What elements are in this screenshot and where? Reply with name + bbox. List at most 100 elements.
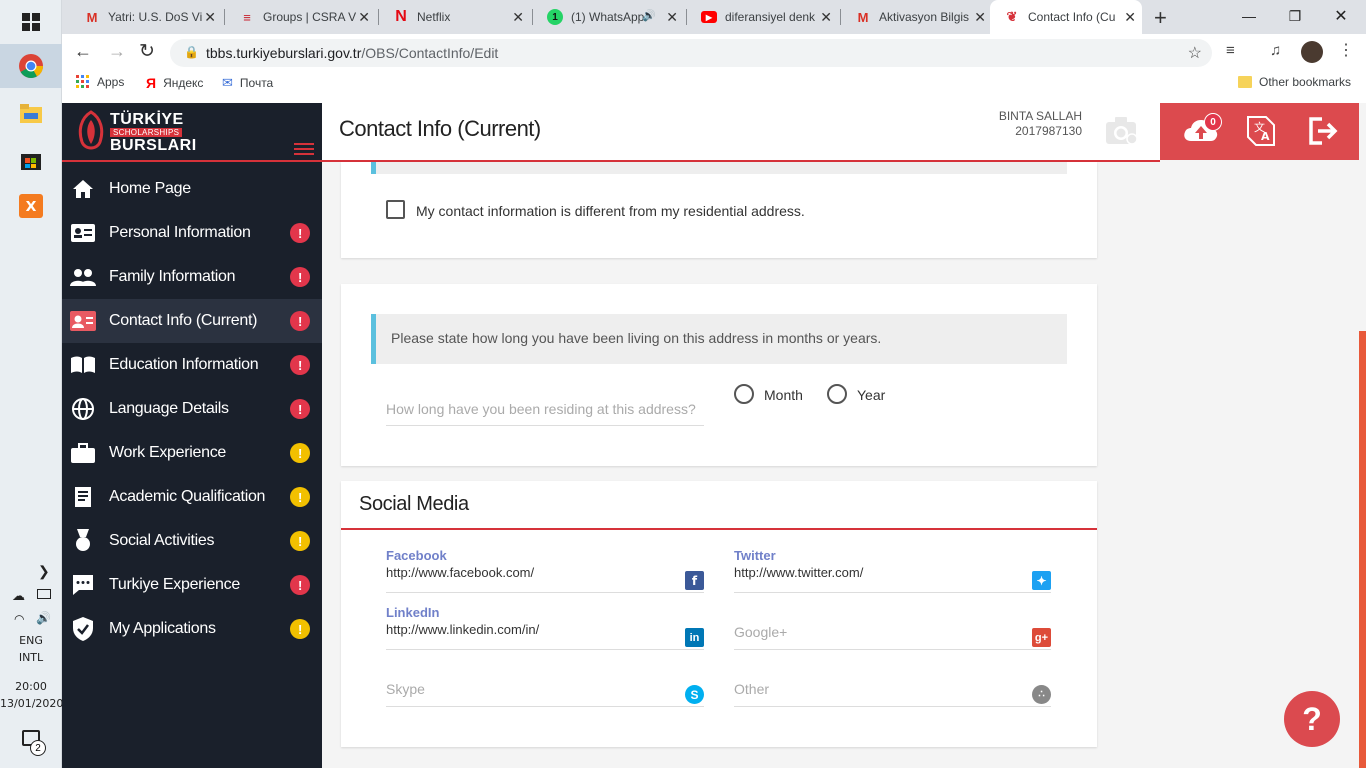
- address-bar[interactable]: 🔒 tbbs.turkiyeburslari.gov.tr/OBS/Contac…: [170, 39, 1212, 67]
- sidebar-item-personal-information[interactable]: Personal Information !: [62, 211, 322, 255]
- month-radio[interactable]: [734, 384, 754, 404]
- url-text[interactable]: tbbs.turkiyeburslari.gov.tr/OBS/ContactI…: [206, 45, 498, 61]
- close-tab-icon[interactable]: ✕: [358, 9, 370, 26]
- twitter-field[interactable]: Twitter http://www.twitter.com/ ✦: [734, 548, 1051, 593]
- audio-playing-icon[interactable]: 🔊: [642, 9, 656, 22]
- warning-badge-icon: !: [290, 487, 310, 507]
- residence-info-text: Please state how long you have been livi…: [391, 330, 882, 346]
- skype-placeholder: Skype: [386, 681, 425, 697]
- facebook-value[interactable]: http://www.facebook.com/: [386, 565, 534, 580]
- tray-expand-icon[interactable]: ❯: [38, 563, 50, 580]
- clock-date[interactable]: 13/01/2020: [0, 697, 63, 710]
- reload-button[interactable]: ↻: [139, 40, 155, 63]
- new-tab-button[interactable]: +: [1154, 5, 1167, 31]
- tab-contact-info[interactable]: ❦ Contact Info (Cu ✕: [990, 0, 1142, 34]
- residence-duration-input[interactable]: How long have you been residing at this …: [386, 388, 704, 426]
- close-tab-icon[interactable]: ✕: [1124, 9, 1136, 26]
- tab-groups-csra[interactable]: ≡ Groups | CSRA V ✕: [225, 0, 376, 34]
- language-indicator[interactable]: ENG: [0, 634, 62, 647]
- close-tab-icon[interactable]: ✕: [512, 9, 524, 26]
- linkedin-icon: in: [685, 628, 704, 647]
- close-tab-icon[interactable]: ✕: [974, 9, 986, 26]
- profile-avatar[interactable]: [1301, 41, 1323, 63]
- facebook-field[interactable]: Facebook http://www.facebook.com/ f: [386, 548, 704, 593]
- close-tab-icon[interactable]: ✕: [666, 9, 678, 26]
- translate-button[interactable]: 文A: [1246, 115, 1276, 152]
- help-button[interactable]: ?: [1284, 691, 1340, 747]
- taskbar-explorer[interactable]: [0, 92, 62, 136]
- tab-youtube[interactable]: ▶ diferansiyel denk ✕: [687, 0, 838, 34]
- menu-toggle-icon[interactable]: [294, 143, 314, 155]
- sidebar-item-social-activities[interactable]: Social Activities !: [62, 519, 322, 563]
- tab-whatsapp[interactable]: 1 (1) WhatsApp 🔊 ✕: [533, 0, 684, 34]
- windows-taskbar: ꓫ ❯ ☁ ◠ 🔊 ENG INTL 20:00 13/01/2020 2: [0, 0, 63, 768]
- sidebar-item-contact-info[interactable]: Contact Info (Current) !: [62, 299, 322, 343]
- bookmark-star-icon[interactable]: ☆: [1188, 43, 1202, 63]
- minimize-button[interactable]: —: [1226, 0, 1272, 32]
- media-control-icon[interactable]: ♫: [1270, 42, 1281, 59]
- other-bookmarks[interactable]: Other bookmarks: [1238, 75, 1351, 89]
- user-name: BINTA SALLAH: [998, 109, 1082, 123]
- taskbar-store[interactable]: [0, 138, 62, 182]
- logout-button[interactable]: [1308, 117, 1338, 150]
- sidebar-item-label: Contact Info (Current): [109, 312, 258, 329]
- battery-icon[interactable]: [37, 589, 51, 599]
- skype-field[interactable]: Skype S: [386, 662, 704, 707]
- sidebar-item-language-details[interactable]: Language Details !: [62, 387, 322, 431]
- forward-button[interactable]: →: [108, 41, 126, 62]
- sidebar-item-home[interactable]: Home Page: [62, 167, 322, 211]
- close-tab-icon[interactable]: ✕: [820, 9, 832, 26]
- bookmark-pochta[interactable]: ✉ Почта: [222, 75, 273, 91]
- sidebar-item-academic-qualification[interactable]: Academic Qualification !: [62, 475, 322, 519]
- onedrive-icon[interactable]: ☁: [12, 588, 25, 604]
- web-app: TÜRKİYE SCHOLARSHIPS BURSLARI Home Page …: [62, 103, 1366, 768]
- bookmark-apps[interactable]: Apps: [76, 75, 124, 89]
- other-social-field[interactable]: Other ∴: [734, 662, 1051, 707]
- folder-icon: [20, 104, 42, 123]
- store-icon: [21, 154, 41, 170]
- bookmark-yandex[interactable]: Я Яндекс: [146, 75, 203, 91]
- sidebar-item-work-experience[interactable]: Work Experience !: [62, 431, 322, 475]
- google-plus-field[interactable]: Google+ g+: [734, 605, 1051, 650]
- tab-strip: M Yatri: U.S. DoS Vi ✕ ≡ Groups | CSRA V…: [62, 0, 1366, 34]
- page-scrollbar[interactable]: [1359, 331, 1366, 768]
- site-logo[interactable]: TÜRKİYE SCHOLARSHIPS BURSLARI: [62, 103, 322, 162]
- upload-button[interactable]: 0: [1182, 113, 1222, 150]
- chrome-menu-icon[interactable]: ⋮: [1338, 40, 1354, 60]
- year-radio[interactable]: [827, 384, 847, 404]
- twitter-value[interactable]: http://www.twitter.com/: [734, 565, 863, 580]
- keyboard-layout[interactable]: INTL: [0, 651, 62, 664]
- camera-avatar-icon[interactable]: [1104, 115, 1140, 147]
- sidebar-item-education-information[interactable]: Education Information !: [62, 343, 322, 387]
- google-plus-icon: g+: [1032, 628, 1051, 647]
- chat-bubble-icon: [70, 572, 96, 598]
- different-contact-checkbox[interactable]: [386, 200, 405, 219]
- extension-icon[interactable]: ≡: [1226, 42, 1235, 59]
- tab-netflix[interactable]: N Netflix ✕: [379, 0, 530, 34]
- sidebar-item-turkiye-experience[interactable]: Turkiye Experience !: [62, 563, 322, 607]
- tab-gmail-aktivasyon[interactable]: M Aktivasyon Bilgis ✕: [841, 0, 992, 34]
- different-contact-label: My contact information is different from…: [416, 203, 805, 219]
- close-tab-icon[interactable]: ✕: [204, 9, 216, 26]
- globe-icon: [70, 396, 96, 422]
- back-button[interactable]: ←: [74, 41, 92, 62]
- tab-gmail-yatri[interactable]: M Yatri: U.S. DoS Vi ✕: [70, 0, 222, 34]
- taskbar-xampp[interactable]: ꓫ: [0, 184, 62, 228]
- start-button[interactable]: [0, 0, 62, 44]
- close-window-button[interactable]: ✕: [1318, 0, 1364, 32]
- restore-button[interactable]: ❐: [1272, 0, 1318, 32]
- home-icon: [70, 176, 96, 202]
- volume-icon[interactable]: 🔊: [36, 611, 51, 625]
- clock-time[interactable]: 20:00: [0, 680, 62, 693]
- wifi-icon[interactable]: ◠: [14, 612, 24, 626]
- linkedin-field[interactable]: LinkedIn http://www.linkedin.com/in/ in: [386, 605, 704, 650]
- lock-icon[interactable]: 🔒: [184, 45, 199, 59]
- sidebar-item-my-applications[interactable]: My Applications !: [62, 607, 322, 651]
- shield-check-icon: [70, 616, 96, 642]
- linkedin-value[interactable]: http://www.linkedin.com/in/: [386, 622, 539, 637]
- sidebar-item-family-information[interactable]: Family Information !: [62, 255, 322, 299]
- residence-info-box: Please state how long you have been livi…: [371, 314, 1067, 364]
- sidebar-item-label: Academic Qualification: [109, 488, 266, 505]
- taskbar-chrome[interactable]: [0, 44, 62, 88]
- chrome-icon: [19, 54, 43, 79]
